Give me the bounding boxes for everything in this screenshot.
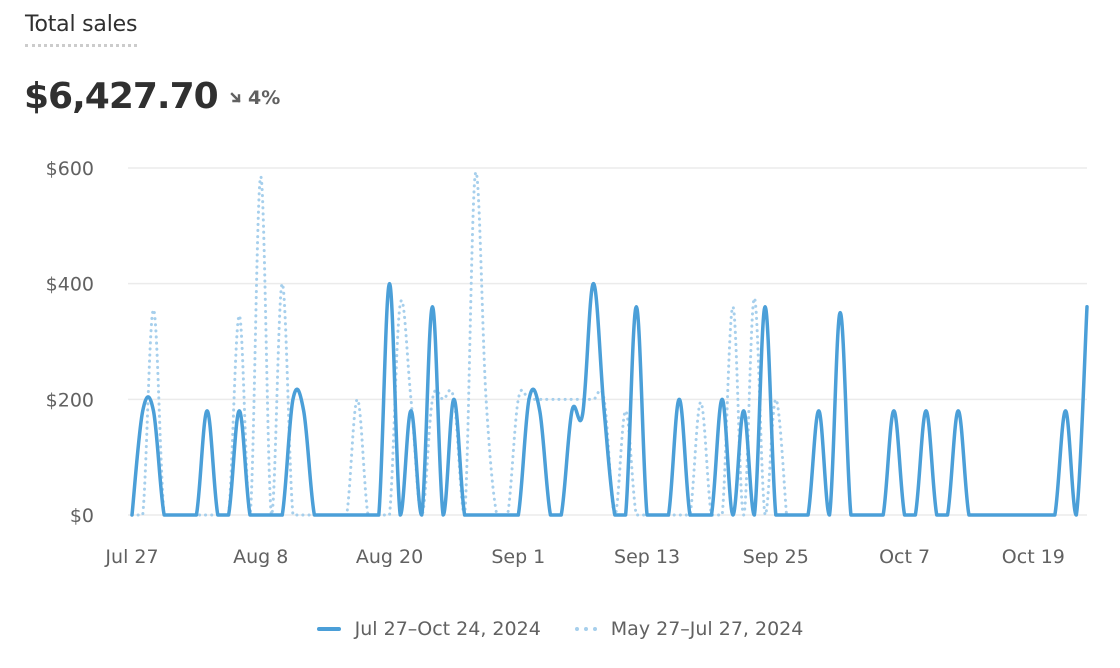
change-badge: 4% — [230, 86, 280, 110]
x-tick-label: Sep 25 — [743, 546, 809, 568]
y-tick-label: $200 — [46, 389, 94, 411]
x-tick-label: Aug 8 — [233, 546, 288, 568]
x-tick-label: Aug 20 — [356, 546, 423, 568]
sales-line-chart: $0 $200 $400 $600 Jul 27 Aug 8 Aug 20 Sep 1 Sep… — [46, 158, 1089, 568]
y-tick-label: $0 — [70, 505, 94, 527]
x-tick-label: Sep 1 — [491, 546, 545, 568]
x-tick-label: Sep 13 — [614, 546, 680, 568]
legend-item-current[interactable]: Jul 27–Oct 24, 2024 — [316, 618, 541, 640]
total-sales-value: $6,427.70 — [24, 76, 219, 117]
chart-title[interactable]: Total sales — [25, 10, 137, 47]
legend-label-current: Jul 27–Oct 24, 2024 — [354, 618, 541, 640]
x-tick-label: Oct 19 — [1002, 546, 1065, 568]
legend-item-previous[interactable]: May 27–Jul 27, 2024 — [574, 618, 804, 640]
y-tick-label: $400 — [46, 274, 94, 296]
x-tick-label: Jul 27 — [104, 546, 158, 568]
y-axis-labels: $0 $200 $400 $600 — [46, 158, 94, 527]
series-lines — [130, 170, 1089, 517]
legend-label-previous: May 27–Jul 27, 2024 — [610, 618, 804, 640]
change-percent: 4% — [248, 87, 281, 109]
legend-dotted-line-swatch — [574, 627, 597, 631]
x-tick-label: Oct 7 — [879, 546, 930, 568]
y-tick-label: $600 — [46, 158, 94, 180]
legend-solid-line-swatch — [316, 627, 341, 631]
arrow-down-right-icon — [230, 92, 241, 103]
x-axis-labels: Jul 27 Aug 8 Aug 20 Sep 1 Sep 13 Sep 25 Oct 7 O… — [104, 546, 1064, 568]
chart-legend: Jul 27–Oct 24, 2024 May 27–Jul 27, 2024 — [0, 618, 1120, 640]
